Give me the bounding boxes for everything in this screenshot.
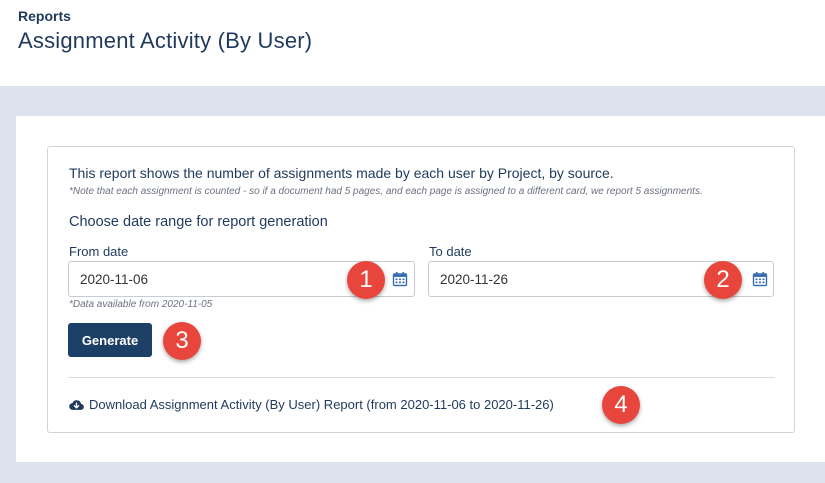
download-report-link[interactable]: Download Assignment Activity (By User) R… bbox=[69, 397, 554, 412]
date-range-heading: Choose date range for report generation bbox=[69, 214, 328, 230]
data-availability-note: *Data available from 2020-11-05 bbox=[69, 299, 213, 310]
divider bbox=[68, 377, 775, 378]
calendar-icon[interactable] bbox=[752, 271, 768, 287]
generate-button[interactable]: Generate bbox=[68, 323, 152, 357]
callout-badge-3: 3 bbox=[163, 322, 201, 360]
callout-badge-2: 2 bbox=[704, 261, 742, 299]
download-link-text[interactable]: Download Assignment Activity (By User) R… bbox=[89, 397, 554, 412]
cloud-download-icon bbox=[69, 399, 84, 410]
from-date-label: From date bbox=[69, 244, 129, 259]
report-description: This report shows the number of assignme… bbox=[69, 165, 614, 181]
callout-badge-1: 1 bbox=[347, 261, 385, 299]
page-title: Assignment Activity (By User) bbox=[18, 28, 313, 53]
calendar-icon[interactable] bbox=[392, 271, 408, 287]
report-card: This report shows the number of assignme… bbox=[47, 146, 795, 433]
page-header: Reports Assignment Activity (By User) bbox=[0, 0, 825, 86]
breadcrumb[interactable]: Reports bbox=[18, 8, 71, 24]
to-date-label: To date bbox=[429, 244, 472, 259]
report-note: *Note that each assignment is counted - … bbox=[69, 186, 703, 197]
callout-badge-4: 4 bbox=[602, 386, 640, 424]
